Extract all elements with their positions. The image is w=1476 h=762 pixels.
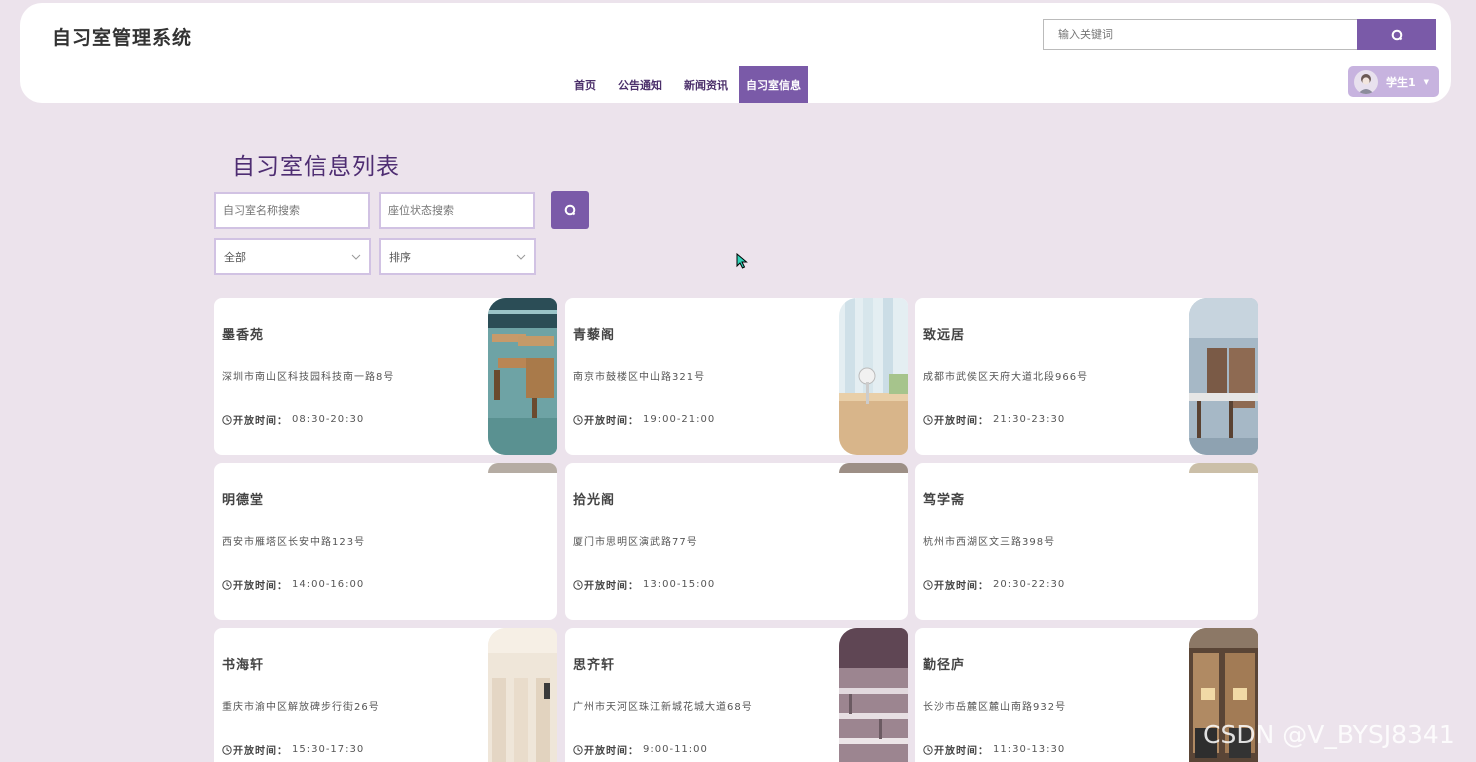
sort-select-value: 排序	[389, 250, 411, 264]
room-open-time: 开放时间： 11:30-13:30	[923, 742, 1065, 757]
user-menu-button[interactable]: 学生1 ▼	[1348, 66, 1439, 97]
open-time-value: 14:00-16:00	[292, 579, 365, 590]
room-address: 南京市鼓楼区中山路321号	[573, 372, 706, 383]
room-card[interactable]: 墨香苑 深圳市南山区科技园科技南一路8号 开放时间： 08:30-20:30	[214, 298, 557, 455]
room-image	[839, 628, 908, 762]
open-time-label: 开放时间：	[584, 416, 639, 427]
open-time-value: 15:30-17:30	[292, 744, 365, 755]
search-button[interactable]	[1357, 19, 1436, 50]
open-time-label: 开放时间：	[233, 416, 288, 427]
room-open-time: 开放时间： 20:30-22:30	[923, 577, 1065, 592]
page-title: 自习室信息列表	[232, 154, 400, 180]
room-name: 书海轩	[222, 658, 265, 673]
room-open-time: 开放时间： 08:30-20:30	[222, 412, 364, 427]
room-name: 墨香苑	[222, 328, 265, 343]
open-time-value: 20:30-22:30	[993, 579, 1066, 590]
open-time-value: 21:30-23:30	[993, 414, 1066, 425]
room-image	[1189, 298, 1258, 455]
clock-icon	[573, 579, 583, 590]
room-address: 西安市雁塔区长安中路123号	[222, 537, 366, 548]
room-name-search-input[interactable]	[214, 192, 370, 229]
room-name: 致远居	[923, 328, 966, 343]
room-card[interactable]: 思齐轩 广州市天河区珠江新城花城大道68号 开放时间： 9:00-11:00	[565, 628, 908, 762]
chevron-down-icon	[516, 254, 526, 260]
header: 自习室管理系统 首页 公告通知 新闻资讯 自习室信息 学生1 ▼	[20, 3, 1451, 103]
nav-home[interactable]: 首页	[563, 66, 607, 103]
room-image	[488, 628, 557, 762]
room-address: 长沙市岳麓区麓山南路932号	[923, 702, 1067, 713]
room-name: 勤径庐	[923, 658, 966, 673]
chevron-down-icon	[351, 254, 361, 260]
room-name: 思齐轩	[573, 658, 616, 673]
open-time-label: 开放时间：	[584, 581, 639, 592]
open-time-value: 9:00-11:00	[643, 744, 708, 755]
clock-icon	[573, 414, 583, 425]
room-name: 青藜阁	[573, 328, 616, 343]
room-address: 深圳市南山区科技园科技南一路8号	[222, 372, 395, 383]
room-address: 重庆市渝中区解放碑步行街26号	[222, 702, 380, 713]
room-name: 笃学斋	[923, 493, 966, 508]
filter-search-button[interactable]	[551, 191, 589, 229]
clock-icon	[222, 414, 232, 425]
open-time-label: 开放时间：	[233, 581, 288, 592]
room-address: 成都市武侯区天府大道北段966号	[923, 372, 1089, 383]
clock-icon	[923, 744, 933, 755]
room-open-time: 开放时间： 14:00-16:00	[222, 577, 364, 592]
brand-title: 自习室管理系统	[52, 27, 193, 49]
clock-icon	[222, 744, 232, 755]
clock-icon	[923, 414, 933, 425]
room-image	[839, 463, 908, 473]
room-card[interactable]: 明德堂 西安市雁塔区长安中路123号 开放时间： 14:00-16:00	[214, 463, 557, 620]
open-time-label: 开放时间：	[233, 746, 288, 757]
clock-icon	[222, 579, 232, 590]
avatar	[1354, 69, 1378, 94]
room-open-time: 开放时间： 19:00-21:00	[573, 412, 715, 427]
open-time-value: 19:00-21:00	[643, 414, 716, 425]
room-address: 厦门市思明区演武路77号	[573, 537, 698, 548]
room-card[interactable]: 书海轩 重庆市渝中区解放碑步行街26号 开放时间： 15:30-17:30	[214, 628, 557, 762]
open-time-label: 开放时间：	[934, 581, 989, 592]
room-image	[488, 463, 557, 473]
room-open-time: 开放时间： 21:30-23:30	[923, 412, 1065, 427]
category-select-value: 全部	[224, 250, 246, 264]
room-image	[488, 298, 557, 455]
open-time-label: 开放时间：	[934, 416, 989, 427]
main-nav: 首页 公告通知 新闻资讯 自习室信息	[563, 66, 808, 103]
nav-news[interactable]: 新闻资讯	[673, 66, 739, 103]
search-icon	[564, 204, 576, 216]
user-name: 学生1	[1386, 75, 1416, 89]
clock-icon	[923, 579, 933, 590]
sort-select[interactable]: 排序	[379, 238, 536, 275]
open-time-label: 开放时间：	[934, 746, 989, 757]
nav-study-room-info[interactable]: 自习室信息	[739, 66, 808, 103]
watermark: CSDN @V_BYSJ8341	[1203, 720, 1455, 749]
open-time-value: 08:30-20:30	[292, 414, 365, 425]
room-address: 杭州市西湖区文三路398号	[923, 537, 1056, 548]
room-card[interactable]: 青藜阁 南京市鼓楼区中山路321号 开放时间： 19:00-21:00	[565, 298, 908, 455]
room-card[interactable]: 拾光阁 厦门市思明区演武路77号 开放时间： 13:00-15:00	[565, 463, 908, 620]
room-card[interactable]: 笃学斋 杭州市西湖区文三路398号 开放时间： 20:30-22:30	[915, 463, 1258, 620]
open-time-label: 开放时间：	[584, 746, 639, 757]
room-address: 广州市天河区珠江新城花城大道68号	[573, 702, 753, 713]
room-open-time: 开放时间： 13:00-15:00	[573, 577, 715, 592]
category-select[interactable]: 全部	[214, 238, 371, 275]
search-icon	[1391, 29, 1402, 40]
clock-icon	[573, 744, 583, 755]
open-time-value: 11:30-13:30	[993, 744, 1066, 755]
room-image	[839, 298, 908, 455]
room-open-time: 开放时间： 15:30-17:30	[222, 742, 364, 757]
search-input[interactable]	[1043, 19, 1357, 50]
room-card[interactable]: 致远居 成都市武侯区天府大道北段966号 开放时间： 21:30-23:30	[915, 298, 1258, 455]
room-name: 明德堂	[222, 493, 265, 508]
caret-down-icon: ▼	[1423, 77, 1430, 86]
nav-announcements[interactable]: 公告通知	[607, 66, 673, 103]
room-image	[1189, 463, 1258, 473]
room-name: 拾光阁	[573, 493, 616, 508]
room-open-time: 开放时间： 9:00-11:00	[573, 742, 708, 757]
top-search	[1043, 19, 1436, 50]
open-time-value: 13:00-15:00	[643, 579, 716, 590]
mouse-cursor-icon	[736, 253, 748, 269]
seat-status-search-input[interactable]	[379, 192, 535, 229]
